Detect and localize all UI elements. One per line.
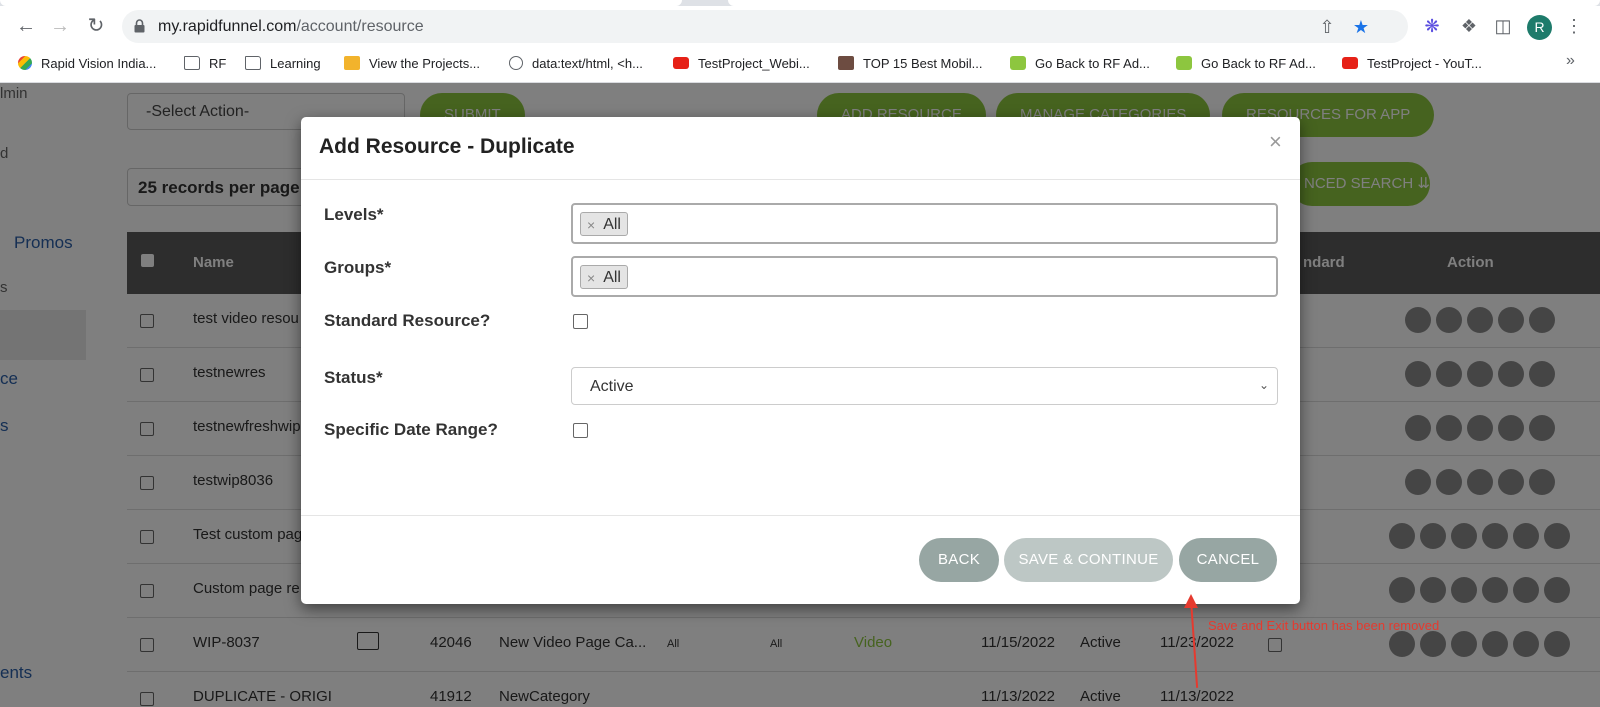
date-range-label: Specific Date Range? <box>324 420 498 439</box>
standard-resource-label: Standard Resource? <box>324 311 491 330</box>
close-icon[interactable]: × <box>1269 131 1282 153</box>
status-select[interactable]: Active ⌄ <box>571 367 1278 405</box>
bookmark-item[interactable]: Go Back to RF Ad... <box>1176 52 1316 74</box>
address-bar[interactable]: my.rapidfunnel.com/account/resource ⇧ ★ <box>122 10 1408 43</box>
status-value: Active <box>590 378 634 395</box>
url-path: /account/resource <box>296 18 424 35</box>
chevron-down-icon: ⌄ <box>1258 378 1269 392</box>
tab[interactable] <box>0 0 682 6</box>
modal-title: Add Resource - Duplicate <box>319 135 575 158</box>
back-arrow-icon[interactable]: ← <box>14 14 38 38</box>
status-label: Status* <box>324 368 383 387</box>
date-range-checkbox[interactable] <box>573 423 588 438</box>
globe-icon <box>509 56 523 70</box>
bookmark-item[interactable]: TestProject_Webi... <box>673 52 810 74</box>
bookmark-label: Rapid Vision India... <box>41 55 157 71</box>
add-resource-modal: Add Resource - Duplicate × Levels* × All … <box>301 117 1300 604</box>
bookmark-label: View the Projects... <box>369 55 481 71</box>
bookmark-item[interactable]: TOP 15 Best Mobil... <box>838 52 982 74</box>
rf-icon <box>1176 56 1192 70</box>
modal-footer-divider <box>301 515 1300 516</box>
bookmark-item[interactable]: Learning <box>245 52 321 74</box>
reload-icon[interactable]: ↻ <box>84 14 108 38</box>
groups-tag: × All <box>580 265 628 289</box>
rf-icon <box>1010 56 1026 70</box>
modal-header: Add Resource - Duplicate × <box>301 117 1300 180</box>
menu-kebab-icon[interactable]: ⋮ <box>1563 15 1585 37</box>
url-text: my.rapidfunnel.com/account/resource <box>158 18 424 36</box>
bookmark-item[interactable]: TestProject - YouT... <box>1342 52 1482 74</box>
bookmark-label: RF <box>209 55 227 71</box>
youtube-icon <box>673 57 689 69</box>
share-icon[interactable]: ⇧ <box>1318 18 1336 36</box>
folder-icon <box>245 56 261 70</box>
bookmark-item[interactable]: Rapid Vision India... <box>18 52 156 74</box>
bookmark-item[interactable]: View the Projects... <box>344 52 480 74</box>
youtube-icon <box>1342 57 1358 69</box>
annotation-text: Save and Exit button has been removed <box>1208 618 1440 633</box>
box-icon <box>344 56 360 70</box>
bookmark-item[interactable]: data:text/html, <h... <box>509 52 643 74</box>
tab[interactable] <box>728 0 1600 6</box>
tag-label: All <box>603 268 621 286</box>
bookmark-label: TestProject_Webi... <box>698 55 810 71</box>
bookmark-label: Go Back to RF Ad... <box>1201 55 1316 71</box>
avatar[interactable]: R <box>1527 15 1552 40</box>
tag-remove-icon[interactable]: × <box>587 217 595 233</box>
bookmark-item[interactable]: RF <box>184 52 226 74</box>
groups-label: Groups* <box>324 258 392 277</box>
bookmark-label: Go Back to RF Ad... <box>1035 55 1150 71</box>
tag-label: All <box>603 215 621 233</box>
save-continue-button[interactable]: SAVE & CONTINUE <box>1004 538 1173 582</box>
back-button[interactable]: BACK <box>919 538 999 582</box>
url-host: my.rapidfunnel.com <box>158 18 297 35</box>
forward-arrow-icon[interactable]: → <box>48 14 72 38</box>
bookmark-label: TOP 15 Best Mobil... <box>863 55 983 71</box>
image-icon <box>838 56 854 70</box>
extension-snowflake-icon[interactable]: ❋ <box>1421 15 1443 37</box>
tab-strip <box>0 0 1600 6</box>
lock-icon <box>134 19 145 33</box>
star-icon[interactable]: ★ <box>1352 18 1370 36</box>
bookmark-label: data:text/html, <h... <box>532 55 643 71</box>
chevron-double-right-icon[interactable]: » <box>1566 52 1575 70</box>
groups-multiselect[interactable]: × All <box>571 256 1278 297</box>
levels-tag: × All <box>580 212 628 236</box>
tag-remove-icon[interactable]: × <box>587 270 595 286</box>
puzzle-icon[interactable]: ❖ <box>1458 15 1480 37</box>
pinwheel-icon <box>18 56 32 70</box>
bookmark-label: Learning <box>270 55 321 71</box>
cancel-button[interactable]: CANCEL <box>1179 538 1277 582</box>
bookmark-label: TestProject - YouT... <box>1367 55 1482 71</box>
browser-chrome: ← → ↻ my.rapidfunnel.com/account/resourc… <box>0 0 1600 83</box>
standard-resource-checkbox[interactable] <box>573 314 588 329</box>
bookmark-item[interactable]: Go Back to RF Ad... <box>1010 52 1150 74</box>
folder-icon <box>184 56 200 70</box>
levels-label: Levels* <box>324 205 384 224</box>
side-panel-icon[interactable]: ◫ <box>1492 15 1514 37</box>
levels-multiselect[interactable]: × All <box>571 203 1278 244</box>
